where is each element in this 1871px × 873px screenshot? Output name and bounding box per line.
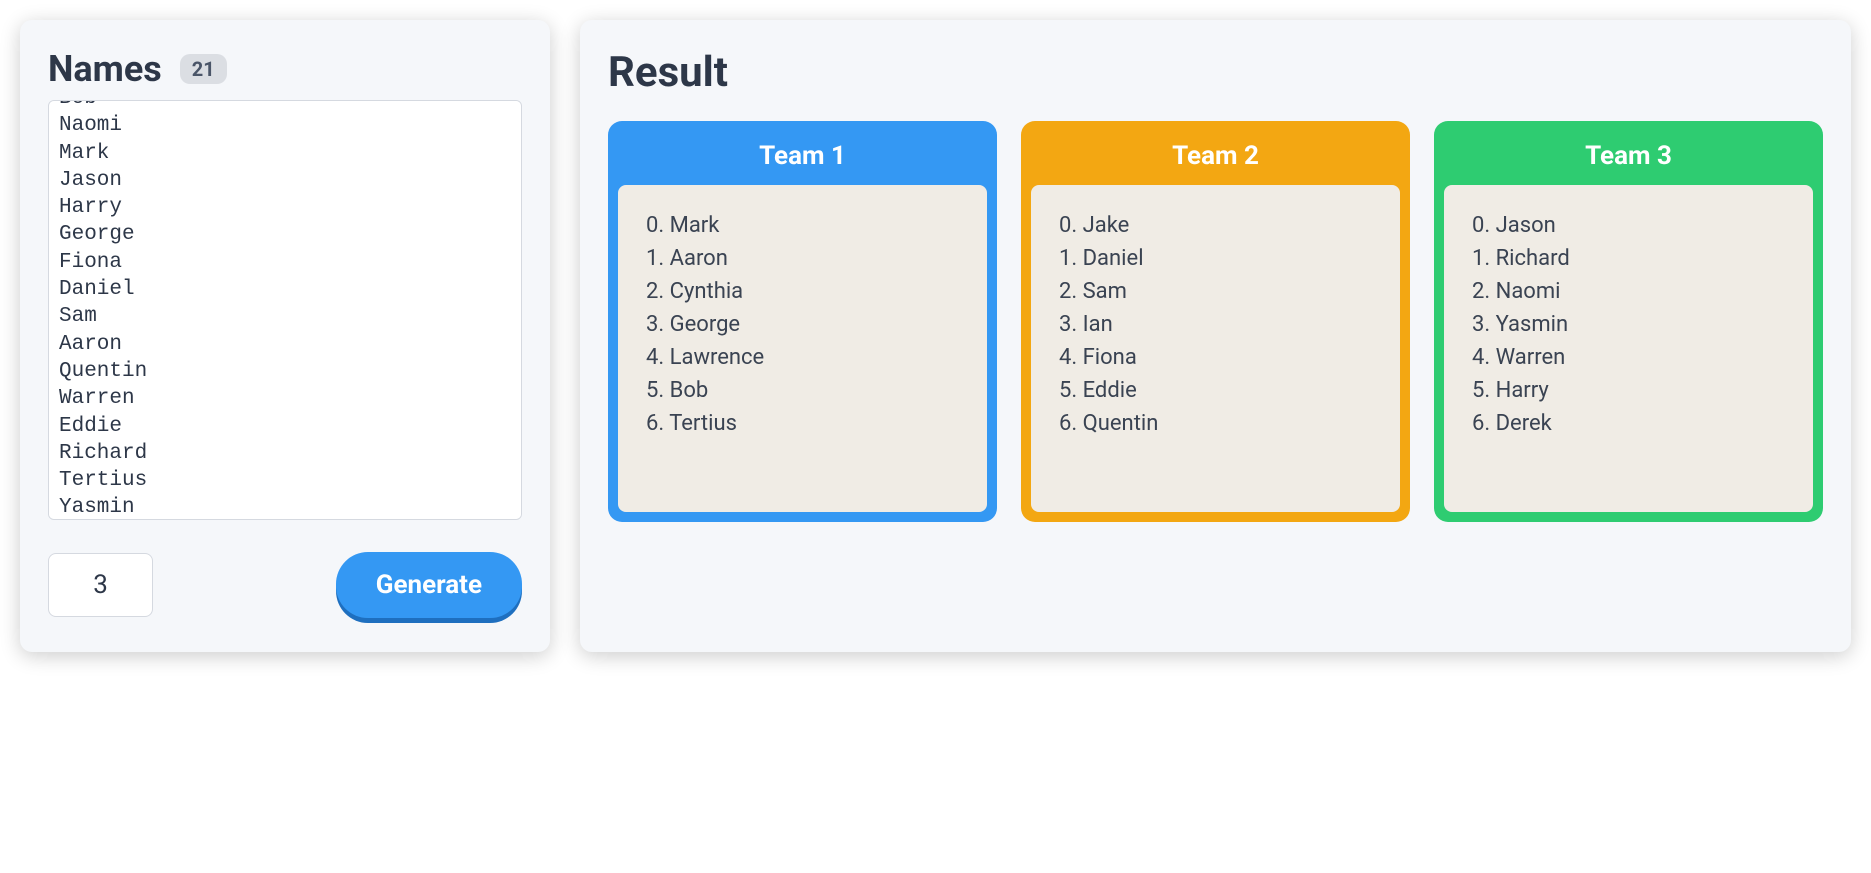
team-member: 6. Derek	[1472, 407, 1785, 440]
controls-row: Generate	[48, 552, 522, 618]
team-card-header: Team 1	[618, 131, 987, 185]
team-card-body: 0. Jake1. Daniel2. Sam3. Ian4. Fiona5. E…	[1031, 185, 1400, 512]
team-member: 1. Richard	[1472, 242, 1785, 275]
team-member: 6. Quentin	[1059, 407, 1372, 440]
team-card-body: 0. Mark1. Aaron2. Cynthia3. George4. Law…	[618, 185, 987, 512]
team-member: 4. Fiona	[1059, 341, 1372, 374]
team-count-input[interactable]	[48, 553, 153, 617]
names-header: Names 21	[48, 48, 522, 90]
team-member: 5. Harry	[1472, 374, 1785, 407]
team-card: Team 10. Mark1. Aaron2. Cynthia3. George…	[608, 121, 997, 522]
result-title: Result	[608, 48, 1823, 97]
generate-button[interactable]: Generate	[336, 552, 522, 618]
teams-row: Team 10. Mark1. Aaron2. Cynthia3. George…	[608, 121, 1823, 522]
team-member: 3. Yasmin	[1472, 308, 1785, 341]
team-card-header: Team 2	[1031, 131, 1400, 185]
team-member: 4. Lawrence	[646, 341, 959, 374]
team-card: Team 20. Jake1. Daniel2. Sam3. Ian4. Fio…	[1021, 121, 1410, 522]
team-member: 6. Tertius	[646, 407, 959, 440]
team-member: 2. Naomi	[1472, 275, 1785, 308]
team-member: 3. George	[646, 308, 959, 341]
team-member: 0. Jason	[1472, 209, 1785, 242]
names-textarea[interactable]	[48, 100, 522, 520]
team-card: Team 30. Jason1. Richard2. Naomi3. Yasmi…	[1434, 121, 1823, 522]
team-card-body: 0. Jason1. Richard2. Naomi3. Yasmin4. Wa…	[1444, 185, 1813, 512]
names-panel: Names 21 Generate	[20, 20, 550, 652]
team-member: 2. Cynthia	[646, 275, 959, 308]
team-member: 4. Warren	[1472, 341, 1785, 374]
team-card-header: Team 3	[1444, 131, 1813, 185]
team-member: 0. Jake	[1059, 209, 1372, 242]
team-member: 1. Daniel	[1059, 242, 1372, 275]
names-count-badge: 21	[180, 54, 227, 84]
names-title: Names	[48, 48, 162, 90]
team-member: 3. Ian	[1059, 308, 1372, 341]
result-panel: Result Team 10. Mark1. Aaron2. Cynthia3.…	[580, 20, 1851, 652]
team-member: 2. Sam	[1059, 275, 1372, 308]
team-member: 5. Eddie	[1059, 374, 1372, 407]
team-member: 5. Bob	[646, 374, 959, 407]
team-member: 0. Mark	[646, 209, 959, 242]
team-member: 1. Aaron	[646, 242, 959, 275]
